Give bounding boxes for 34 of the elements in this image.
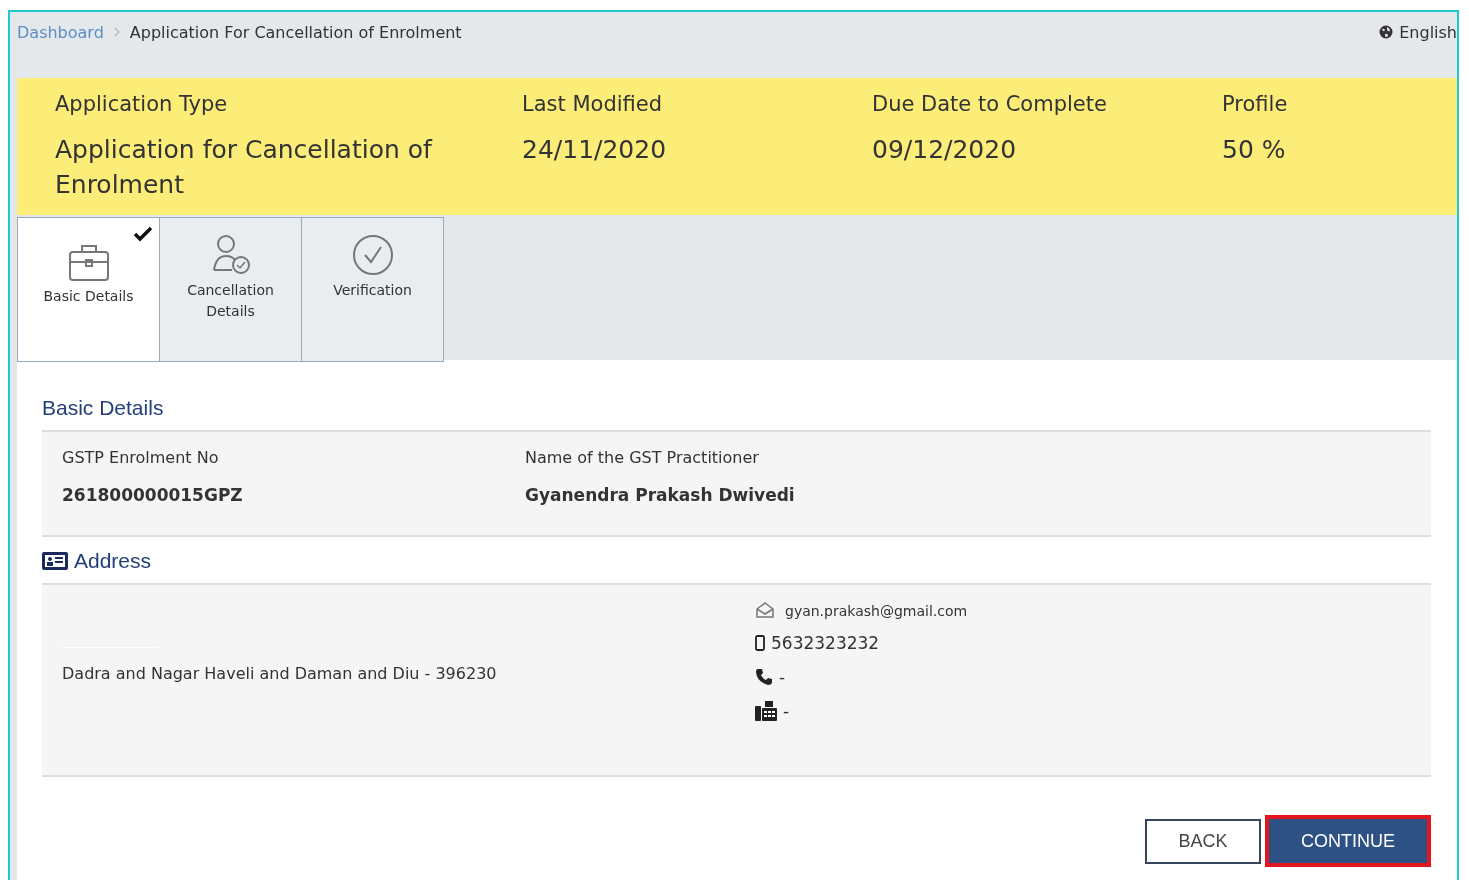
field-value: Gyanendra Prakash Dwivedi xyxy=(525,485,796,505)
continue-button[interactable]: CONTINUE xyxy=(1265,815,1431,867)
envelope-icon xyxy=(755,601,775,619)
summary-value: Application for Cancellation of Enrolment xyxy=(55,134,434,201)
chevron-icon xyxy=(113,27,120,37)
mobile-phone-icon xyxy=(755,635,765,651)
field-value: 261800000015GPZ xyxy=(62,485,244,505)
contact-value: 5632323232 xyxy=(771,633,880,653)
summary-value: 24/11/2020 xyxy=(522,134,667,166)
contact-value: - xyxy=(779,667,786,687)
summary-value: 50 % xyxy=(1222,134,1286,166)
summary-label: Last Modified xyxy=(522,92,664,116)
section-title: Address xyxy=(74,549,152,573)
breadcrumb-current: Application For Cancellation of Enrolment xyxy=(129,22,462,42)
step-tab[interactable]: Verification xyxy=(301,217,444,362)
globe-icon xyxy=(1379,25,1394,39)
summary-label: Application Type xyxy=(55,92,229,116)
address-text: Dadra and Nagar Haveli and Daman and Diu - 396230 xyxy=(62,664,498,683)
check-circle-icon xyxy=(351,234,394,276)
language-selector[interactable]: English xyxy=(1379,22,1457,42)
fax-icon xyxy=(755,701,777,721)
contact-value: - xyxy=(783,701,790,721)
field-label: GSTP Enrolment No xyxy=(62,448,220,467)
step-tab[interactable]: Basic Details xyxy=(17,217,160,362)
back-button[interactable]: BACK xyxy=(1145,819,1261,864)
briefcase-icon xyxy=(67,242,110,282)
email-text: gyan.prakash@gmail.com xyxy=(785,603,968,619)
step-tab[interactable]: Cancellation Details xyxy=(159,217,302,362)
phone-icon xyxy=(755,668,773,686)
field-label: Name of the GST Practitioner xyxy=(525,448,760,467)
id-card-icon xyxy=(42,551,68,571)
summary-value: 09/12/2020 xyxy=(872,134,1017,166)
summary-label: Due Date to Complete xyxy=(872,92,1108,116)
summary-label: Profile xyxy=(1222,92,1289,116)
